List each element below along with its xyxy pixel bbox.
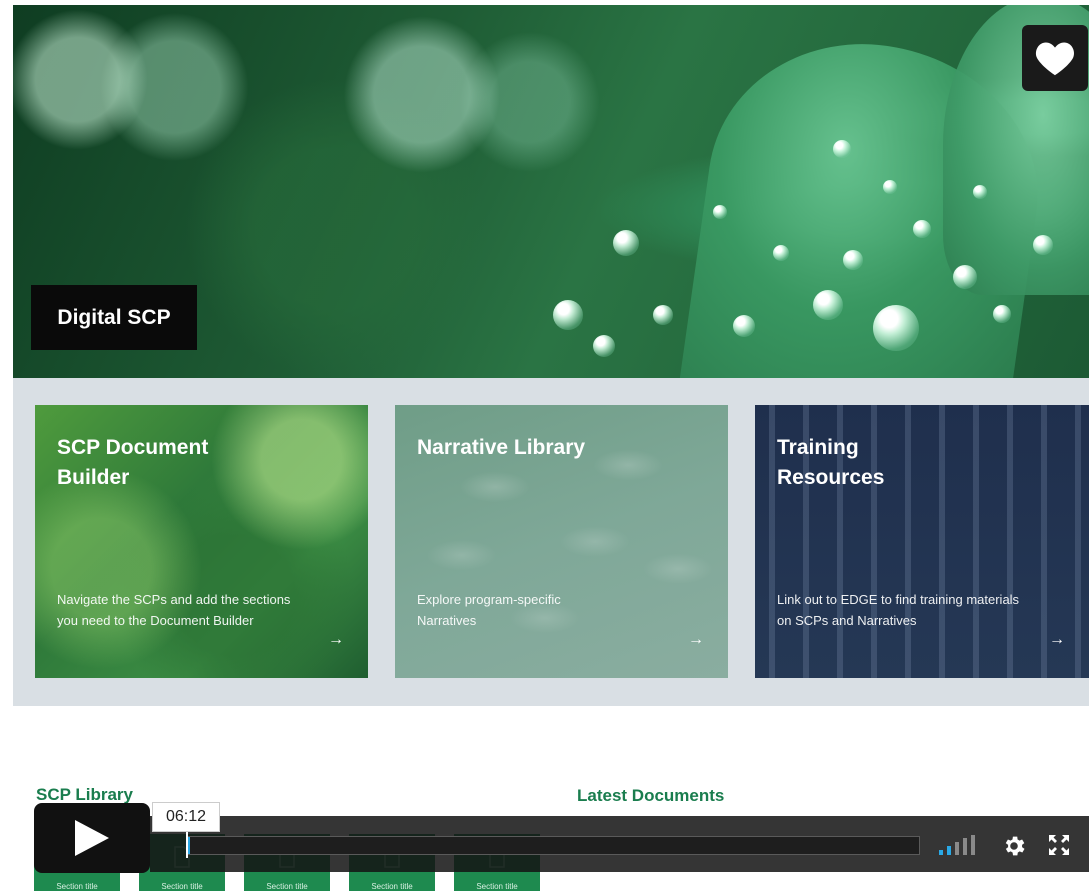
arrow-right-icon: →	[688, 631, 704, 648]
tile-label: Section title	[371, 882, 413, 891]
card-description: Navigate the SCPs and add the sections y…	[57, 592, 291, 628]
water-drop	[833, 140, 851, 158]
video-control-bar	[150, 816, 1089, 872]
hero-banner: Digital SCP	[13, 5, 1089, 378]
like-button[interactable]	[1022, 25, 1088, 91]
volume-bar	[963, 838, 967, 855]
water-drop	[553, 300, 583, 330]
tile-label: Section title	[56, 882, 98, 891]
water-drop	[773, 245, 789, 261]
water-drop	[843, 250, 863, 270]
scp-library-heading[interactable]: SCP Library	[36, 785, 133, 805]
hero-title: Digital SCP	[31, 285, 197, 350]
volume-bar	[955, 842, 959, 855]
tile-label: Section title	[161, 882, 203, 891]
water-drop	[873, 305, 919, 351]
card-scp-document-builder[interactable]: SCP Document Builder Navigate the SCPs a…	[35, 405, 368, 678]
settings-button[interactable]	[1001, 833, 1027, 864]
volume-icon[interactable]	[939, 835, 979, 855]
water-drop	[813, 290, 843, 320]
water-drop	[1033, 235, 1053, 255]
latest-documents-heading: Latest Documents	[577, 786, 725, 805]
tile-label: Section title	[476, 882, 518, 891]
water-drop	[613, 230, 639, 256]
water-drop	[973, 185, 987, 199]
volume-bar	[947, 846, 951, 855]
tile-label: Section title	[266, 882, 308, 891]
fullscreen-icon	[1049, 835, 1069, 855]
water-drop	[713, 205, 727, 219]
water-drop	[913, 220, 931, 238]
play-button[interactable]	[34, 803, 150, 873]
card-training-resources[interactable]: Training Resources Link out to EDGE to f…	[755, 405, 1089, 678]
volume-bar	[939, 850, 943, 855]
arrow-right-icon: →	[328, 631, 344, 648]
fullscreen-button[interactable]	[1048, 834, 1070, 861]
time-tooltip-pointer	[186, 828, 188, 858]
card-title: SCP Document Builder	[57, 436, 209, 489]
water-drop	[883, 180, 897, 194]
card-description: Link out to EDGE to find training materi…	[777, 592, 1020, 628]
water-drop	[993, 305, 1011, 323]
card-title: Training Resources	[777, 436, 885, 489]
card-title: Narrative Library	[417, 436, 586, 459]
gear-icon	[1005, 836, 1025, 856]
progress-bar[interactable]	[186, 836, 920, 855]
feature-cards-section: SCP Document Builder Navigate the SCPs a…	[13, 378, 1089, 706]
water-drop	[733, 315, 755, 337]
water-drop	[593, 335, 615, 357]
play-icon	[75, 820, 109, 856]
water-drop	[953, 265, 977, 289]
heart-icon	[1035, 42, 1075, 76]
card-narrative-library[interactable]: Narrative Library Explore program-specif…	[395, 405, 728, 678]
arrow-right-icon: →	[1049, 631, 1065, 648]
time-tooltip: 06:12	[152, 802, 220, 832]
progress-playhead[interactable]	[188, 837, 191, 854]
card-description: Explore program-specific Narratives	[417, 592, 561, 628]
water-drop	[653, 305, 673, 325]
volume-bar	[971, 835, 975, 855]
